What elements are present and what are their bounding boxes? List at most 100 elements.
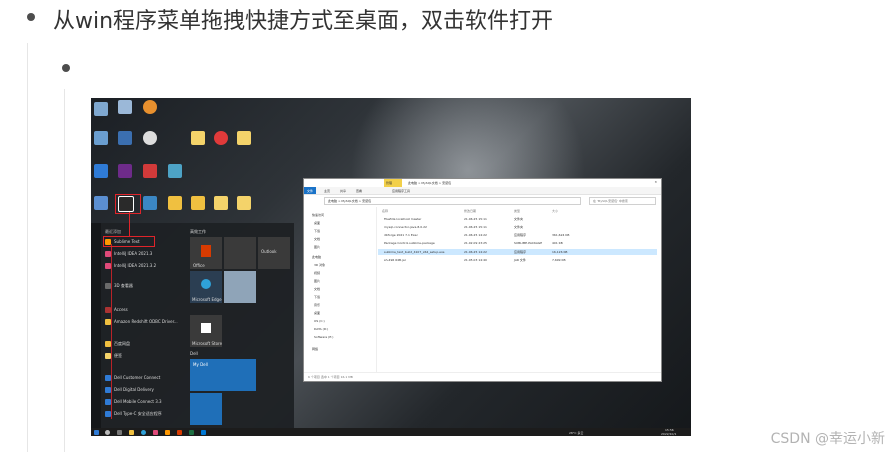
column-header-type[interactable]: 类型	[514, 209, 520, 213]
computer-icon[interactable]	[94, 131, 108, 145]
file-name: sublime_text_build_4107_x64_setup.exe	[384, 250, 445, 254]
file-size: 361,624 KB	[552, 233, 570, 237]
start-item[interactable]: Access	[114, 307, 128, 312]
file-size: 401 KB	[552, 241, 563, 245]
start-section-header: 最近添加	[105, 229, 121, 234]
tile-label: Microsoft Edge	[192, 297, 222, 302]
column-header-name[interactable]: 名称	[382, 209, 388, 213]
tile-group-label: Dell	[190, 351, 198, 356]
idea-icon[interactable]	[153, 430, 158, 435]
start-item[interactable]: 百度网盘	[114, 341, 130, 347]
nav-item[interactable]: 图片	[314, 279, 320, 283]
clock-date[interactable]: 2022/10/1	[661, 432, 676, 436]
weather-label[interactable]: 28°C 多云	[569, 431, 583, 435]
column-header-size[interactable]: 大小	[552, 209, 558, 213]
windows-start-icon[interactable]	[94, 430, 99, 435]
sublime-icon[interactable]	[165, 430, 170, 435]
film-reel-icon[interactable]	[143, 131, 157, 145]
start-item[interactable]: Dell Customer Connect	[114, 375, 160, 380]
list-indent-rule	[27, 43, 28, 452]
start-item[interactable]: Dell Type-C 安全适应程序	[114, 411, 162, 417]
address-bar[interactable]: 此电脑 > MySQL文档 > 安装包	[324, 197, 581, 205]
recycle-bin-icon[interactable]	[94, 102, 108, 116]
document-icon[interactable]	[237, 196, 251, 210]
file-type: 应用程序	[514, 250, 527, 254]
start-item[interactable]: 3D 查看器	[114, 283, 133, 289]
tab-share[interactable]: 共享	[340, 189, 346, 193]
start-item[interactable]: Dell Mobile Connect 3.3	[114, 399, 162, 404]
nav-item[interactable]: 下载	[314, 229, 320, 233]
start-rail	[91, 223, 101, 428]
nav-item[interactable]: DATA (D:)	[314, 327, 328, 331]
document-icon[interactable]	[191, 131, 205, 145]
nav-item[interactable]: 文档	[314, 287, 320, 291]
tab-view[interactable]: 查看	[356, 189, 362, 193]
red-app-icon[interactable]	[143, 164, 157, 178]
nested-indent-rule	[64, 89, 65, 452]
file-size: 16,126 KB	[552, 250, 568, 254]
photo-tile[interactable]	[224, 271, 256, 303]
folder-icon[interactable]	[214, 196, 228, 210]
nav-item[interactable]: OS (C:)	[314, 319, 325, 323]
app-grid-tile[interactable]	[224, 237, 256, 269]
outlook-tile[interactable]: Outlook	[258, 237, 290, 269]
my-dell-tile[interactable]: My Dell	[190, 359, 256, 391]
nav-item[interactable]: 音乐	[314, 303, 320, 307]
ribbon-label: 应用程序工具	[392, 189, 411, 193]
nav-item[interactable]: Software (E:)	[314, 335, 333, 339]
embedded-screenshot: 最近添加 Sublime Text IntelliJ IDEA 2021.3 I…	[91, 98, 691, 436]
store-tile[interactable]: Microsoft Store	[190, 315, 222, 347]
tab-home[interactable]: 主页	[324, 189, 330, 193]
folder-icon[interactable]	[191, 196, 205, 210]
edge-tile[interactable]: Microsoft Edge	[190, 271, 222, 303]
red-circle-app-icon[interactable]	[214, 131, 228, 145]
nav-item[interactable]: 3D 对象	[314, 263, 325, 267]
dell-tile[interactable]	[190, 393, 222, 425]
file-type: SUBLIME-PACKAGE	[514, 241, 543, 245]
nav-item[interactable]: 桌面	[314, 221, 320, 225]
close-icon[interactable]: ✕	[654, 180, 657, 184]
folder-icon[interactable]	[168, 196, 182, 210]
file-date: 21.06.25 15:11	[464, 217, 487, 221]
search-icon[interactable]	[105, 430, 110, 435]
tableau-prep-icon[interactable]	[118, 131, 132, 145]
start-item[interactable]: Amazon Redshift ODBC Driver...	[114, 319, 178, 324]
control-panel-icon[interactable]	[94, 164, 108, 178]
tableau-icon[interactable]	[143, 100, 157, 114]
tab-manage[interactable]: 管理	[386, 181, 392, 185]
nav-item[interactable]: 快速访问	[312, 213, 324, 217]
desktop-app-icon[interactable]	[118, 164, 132, 178]
start-item[interactable]: IntelliJ IDEA 2021.3	[114, 251, 152, 256]
dell-app-icon[interactable]	[94, 196, 108, 210]
snowflake-app-icon[interactable]	[118, 100, 132, 114]
document-icon[interactable]	[237, 131, 251, 145]
start-item[interactable]: IntelliJ IDEA 2021.3.2	[114, 263, 156, 268]
network-app-icon[interactable]	[168, 164, 182, 178]
file-date: 21.05.03 14:40	[464, 258, 487, 262]
remote-app-icon[interactable]	[143, 196, 157, 210]
nav-item[interactable]: 此电脑	[312, 255, 321, 259]
ribbon: 文件 主页 共享 查看 应用程序工具	[304, 187, 661, 195]
nav-item[interactable]: 文档	[314, 237, 320, 241]
nav-item[interactable]: 视频	[314, 271, 320, 275]
nav-item[interactable]: 图片	[314, 245, 320, 249]
outlook-icon[interactable]	[201, 430, 206, 435]
edge-icon[interactable]	[141, 430, 146, 435]
file-date: 21.02.09 23:25	[464, 241, 487, 245]
nav-item[interactable]: 桌面	[314, 311, 320, 315]
office-icon[interactable]	[177, 430, 182, 435]
search-box[interactable]: 在 'MySQL安装包' 中搜索	[589, 197, 656, 205]
window-title: 此电脑 > MySQL文档 > 安装包	[408, 181, 452, 185]
nav-item[interactable]: 下载	[314, 295, 320, 299]
start-item[interactable]: Dell Digital Delivery	[114, 387, 154, 392]
column-header-date[interactable]: 修改日期	[464, 209, 476, 213]
tab-file[interactable]: 文件	[307, 189, 313, 193]
file-explorer-icon[interactable]	[129, 430, 134, 435]
office-tile[interactable]: Office	[190, 237, 222, 269]
file-name: mysql-connector-java-8.0.22	[384, 225, 427, 229]
start-item[interactable]: 便签	[114, 353, 122, 359]
excel-icon[interactable]	[189, 430, 194, 435]
task-view-icon[interactable]	[117, 430, 122, 435]
nav-item[interactable]: 网络	[312, 347, 318, 351]
drag-path-line	[111, 244, 112, 419]
